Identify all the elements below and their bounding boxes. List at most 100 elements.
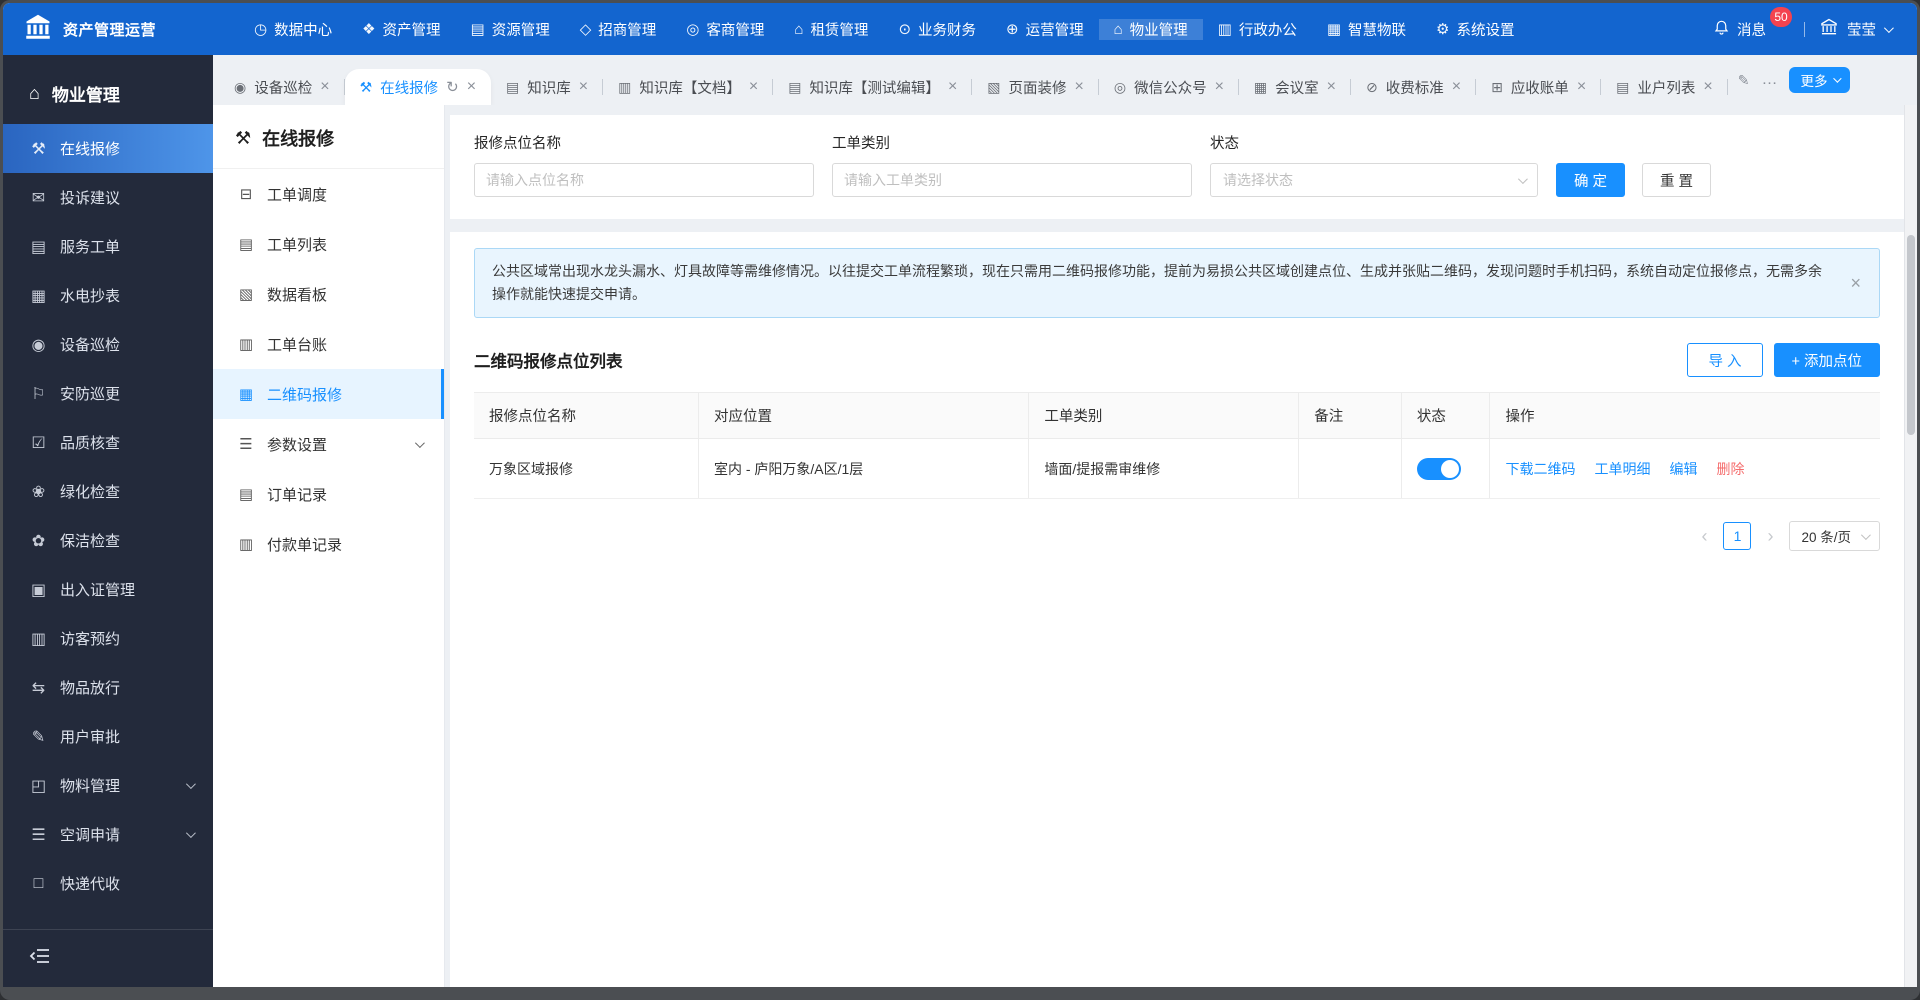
sidebar-item-item-release[interactable]: ⇆ 物品放行	[3, 663, 213, 712]
work-order-category-input[interactable]	[832, 163, 1192, 197]
sidebar-item-label: 绿化检查	[60, 484, 121, 501]
tab-meeting-room[interactable]: ▦ 会议室 ×	[1239, 69, 1352, 105]
submenu-item-payment-records[interactable]: ▥ 付款单记录	[213, 519, 444, 569]
topnav-item-operation-mgmt[interactable]: ⊕ 运营管理	[991, 19, 1099, 40]
more-tabs-button[interactable]: 更多	[1789, 67, 1851, 93]
close-icon[interactable]: ×	[579, 79, 588, 95]
submenu-item-qr-repair[interactable]: ▦ 二维码报修	[213, 369, 444, 419]
tab-overflow-icon[interactable]: ✎	[1738, 72, 1750, 89]
topnav-item-smart-iot[interactable]: ▦ 智慧物联	[1312, 19, 1421, 40]
sidebar-module-title: 物业管理	[51, 86, 120, 105]
close-icon[interactable]: ×	[749, 79, 758, 95]
sidebar-item-utility-meter[interactable]: ▦ 水电抄表	[3, 271, 213, 320]
sidebar-item-visitor-booking[interactable]: ▥ 访客预约	[3, 614, 213, 663]
scrollbar-thumb[interactable]	[1907, 235, 1915, 435]
tab-knowledge-docs[interactable]: ▥ 知识库【文档】 ×	[603, 69, 774, 105]
collapse-sidebar-icon[interactable]	[29, 947, 51, 965]
submenu-item-order-records[interactable]: ▤ 订单记录	[213, 469, 444, 519]
refresh-icon[interactable]: ↻	[446, 78, 459, 96]
close-icon[interactable]: ×	[1327, 79, 1336, 95]
submenu-item-work-order-list[interactable]: ▤ 工单列表	[213, 219, 444, 269]
sidebar-item-courier-collection[interactable]: □ 快递代收	[3, 859, 213, 908]
submenu-item-work-order-dispatch[interactable]: ⊟ 工单调度	[213, 169, 444, 219]
tab-equipment-inspection[interactable]: ◉ 设备巡检 ×	[219, 69, 345, 105]
edit-link[interactable]: 编辑	[1669, 459, 1697, 479]
topnav-item-property-mgmt[interactable]: ⌂ 物业管理	[1098, 18, 1203, 40]
sidebar-item-icon: ☑	[31, 434, 46, 452]
topnav-item-asset-mgmt[interactable]: ❖ 资产管理	[347, 19, 455, 40]
tab-label: 业户列表	[1637, 80, 1696, 97]
sidebar-item-pass-mgmt[interactable]: ▣ 出入证管理	[3, 565, 213, 614]
delete-link[interactable]: 删除	[1716, 459, 1744, 479]
user-menu[interactable]: 莹莹	[1819, 17, 1894, 41]
sidebar-item-complaints[interactable]: ✉ 投诉建议	[3, 173, 213, 222]
close-icon[interactable]: ×	[1075, 79, 1084, 95]
point-name-input[interactable]	[474, 163, 814, 197]
topnav-item-admin-office[interactable]: ▥ 行政办公	[1203, 19, 1312, 40]
messages-label: 消息	[1737, 22, 1766, 39]
add-point-button[interactable]: + 添加点位	[1773, 343, 1880, 377]
close-icon[interactable]: ×	[1577, 79, 1586, 95]
tab-ellipsis[interactable]: …	[1761, 71, 1777, 89]
submenu-item-label: 付款单记录	[267, 536, 343, 554]
topnav-item-business-finance[interactable]: ⊙ 业务财务	[883, 19, 991, 40]
next-page-icon[interactable]: ›	[1760, 527, 1780, 545]
tab-wechat-official[interactable]: ◎ 微信公众号 ×	[1099, 69, 1239, 105]
submenu-item-data-dashboard[interactable]: ▧ 数据看板	[213, 269, 444, 319]
tab-receivable-bills[interactable]: ⊞ 应收账单 ×	[1476, 69, 1602, 105]
topnav-item-system-settings[interactable]: ⚙ 系统设置	[1421, 19, 1529, 40]
page-number[interactable]: 1	[1723, 522, 1752, 550]
work-order-detail-link[interactable]: 工单明细	[1594, 459, 1650, 479]
tab-page-decoration[interactable]: ▧ 页面装修 ×	[972, 69, 1099, 105]
page-size-select[interactable]: 20 条/页	[1789, 521, 1880, 551]
topnav-item-data-center[interactable]: ◷ 数据中心	[239, 19, 347, 40]
sidebar-item-user-approval[interactable]: ✎ 用户审批	[3, 712, 213, 761]
confirm-button[interactable]: 确 定	[1556, 163, 1626, 197]
sidebar-item-greening-check[interactable]: ❀ 绿化检查	[3, 467, 213, 516]
sidebar-item-icon: ◰	[30, 777, 47, 795]
sidebar-item-material-mgmt[interactable]: ◰ 物料管理	[3, 761, 213, 810]
tab-knowledge-test-edit[interactable]: ▤ 知识库【测试编辑】 ×	[773, 69, 973, 105]
tab-owner-list[interactable]: ▤ 业户列表 ×	[1601, 69, 1728, 105]
prev-page-icon[interactable]: ‹	[1694, 527, 1714, 545]
close-icon[interactable]: ×	[1452, 79, 1461, 95]
reset-button[interactable]: 重 置	[1642, 163, 1712, 197]
sidebar-item-security-patrol[interactable]: ⚐ 安防巡更	[3, 369, 213, 418]
tab-icon: ⚒	[359, 78, 373, 95]
status-toggle[interactable]	[1416, 457, 1461, 480]
submenu-item-work-order-ledger[interactable]: ▥ 工单台账	[213, 319, 444, 369]
topnav-item-icon: ⊕	[1006, 21, 1019, 38]
topnav-item-leasing-mgmt[interactable]: ⌂ 租赁管理	[779, 19, 883, 40]
topnav-item-icon: ⚙	[1436, 21, 1450, 38]
close-icon[interactable]: ×	[948, 79, 957, 95]
submenu-item-label: 订单记录	[267, 486, 328, 504]
close-icon[interactable]: ×	[1850, 274, 1861, 292]
sidebar-item-quality-check[interactable]: ☑ 品质核查	[3, 418, 213, 467]
sidebar-item-cleaning-check[interactable]: ✿ 保洁检查	[3, 516, 213, 565]
topnav-item-label: 业务财务	[918, 22, 977, 39]
import-button[interactable]: 导 入	[1687, 343, 1763, 377]
download-qr-link[interactable]: 下载二维码	[1505, 459, 1575, 479]
messages-button[interactable]: 消息 50	[1713, 7, 1792, 40]
sidebar-item-icon: ✉	[31, 189, 46, 207]
close-icon[interactable]: ×	[467, 79, 476, 95]
close-icon[interactable]: ×	[1215, 79, 1224, 95]
tab-online-repair[interactable]: ⚒ 在线报修 ↻ ×	[344, 69, 492, 105]
close-icon[interactable]: ×	[1703, 79, 1712, 95]
sidebar-item-icon: ⚒	[31, 140, 46, 158]
topnav-item-customer-mgmt[interactable]: ◎ 客商管理	[671, 19, 779, 40]
status-select-placeholder: 请选择状态	[1223, 172, 1293, 188]
close-icon[interactable]: ×	[320, 79, 329, 95]
tab-fee-standard[interactable]: ⊘ 收费标准 ×	[1351, 69, 1477, 105]
sidebar-item-service-orders[interactable]: ▤ 服务工单	[3, 222, 213, 271]
topnav-item-investment-mgmt[interactable]: ◇ 招商管理	[565, 19, 672, 40]
sidebar-item-equipment-inspection[interactable]: ◉ 设备巡检	[3, 320, 213, 369]
scrollbar-track[interactable]	[1904, 105, 1917, 987]
tab-knowledge-base[interactable]: ▤ 知识库 ×	[491, 69, 604, 105]
sidebar-item-online-repair[interactable]: ⚒ 在线报修	[3, 124, 213, 173]
status-select[interactable]: 请选择状态	[1210, 163, 1538, 197]
topnav-item-resource-mgmt[interactable]: ▤ 资源管理	[456, 19, 565, 40]
sidebar-item-ac-application[interactable]: ☰ 空调申请	[3, 810, 213, 859]
sidebar-item-label: 水电抄表	[60, 288, 121, 305]
submenu-item-parameter-settings[interactable]: ☰ 参数设置	[213, 419, 444, 469]
